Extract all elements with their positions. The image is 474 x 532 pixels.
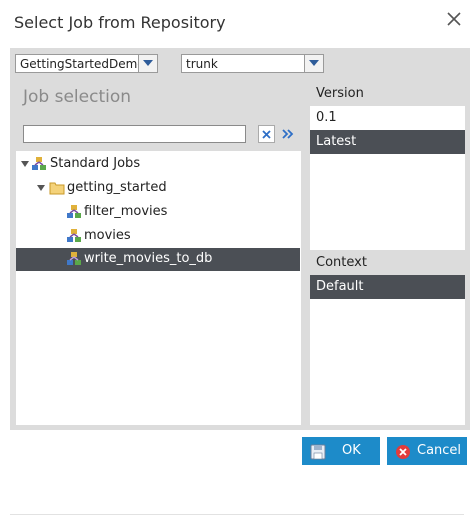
expand-triangle-icon[interactable] bbox=[37, 185, 45, 191]
close-icon[interactable] bbox=[444, 9, 464, 29]
version-header: Version bbox=[310, 82, 465, 106]
job-icon bbox=[66, 204, 82, 220]
dialog-title: Select Job from Repository bbox=[14, 13, 226, 32]
clear-x-icon[interactable] bbox=[258, 125, 275, 143]
select-job-dialog: Select Job from Repository GettingStarte… bbox=[0, 0, 474, 532]
tree-item-getting-started[interactable]: getting_started bbox=[16, 177, 301, 199]
branch-select-value: trunk bbox=[186, 57, 218, 71]
context-row[interactable]: Default bbox=[310, 275, 465, 299]
expand-triangle-icon[interactable] bbox=[21, 161, 29, 167]
tree-item-write-movies-to-db[interactable]: write_movies_to_db bbox=[16, 248, 300, 271]
folder-icon bbox=[49, 180, 65, 196]
tree-item-standard-jobs[interactable]: Standard Jobs bbox=[16, 153, 301, 175]
project-select-value: GettingStartedDemo bbox=[20, 57, 145, 71]
tree-item-label: write_movies_to_db bbox=[84, 251, 213, 266]
double-chevron-right-icon[interactable] bbox=[281, 125, 297, 143]
cancel-button-label: Cancel bbox=[417, 443, 462, 458]
job-icon bbox=[66, 228, 82, 244]
bottom-divider bbox=[10, 514, 464, 515]
chevron-down-icon[interactable] bbox=[138, 55, 157, 72]
chevron-down-icon[interactable] bbox=[304, 55, 323, 72]
job-icon bbox=[31, 156, 47, 172]
cancel-icon bbox=[395, 443, 411, 459]
job-tree: Standard Jobs getting_started filter_mov… bbox=[16, 151, 301, 425]
context-list-empty bbox=[310, 299, 465, 425]
job-search-input[interactable] bbox=[23, 125, 246, 143]
version-context-panel: Version 0.1 Latest Context Default bbox=[310, 82, 465, 425]
job-icon bbox=[66, 251, 82, 267]
job-selection-panel: Job selection Standard Jobs getting_star… bbox=[15, 82, 301, 425]
tree-item-label: getting_started bbox=[67, 180, 167, 195]
tree-item-label: filter_movies bbox=[84, 204, 168, 219]
tree-item-movies[interactable]: movies bbox=[16, 225, 301, 247]
save-icon bbox=[310, 443, 326, 460]
job-selection-heading: Job selection bbox=[23, 87, 132, 107]
tree-item-filter-movies[interactable]: filter_movies bbox=[16, 201, 301, 223]
tree-item-label: Standard Jobs bbox=[50, 156, 141, 171]
version-row[interactable]: 0.1 bbox=[310, 106, 465, 130]
cancel-button[interactable]: Cancel bbox=[387, 437, 467, 465]
ok-button[interactable]: OK bbox=[302, 437, 380, 465]
tree-item-label: movies bbox=[84, 228, 131, 243]
version-list-empty bbox=[310, 154, 465, 250]
project-select[interactable]: GettingStartedDemo bbox=[15, 54, 158, 73]
version-row[interactable]: Latest bbox=[310, 130, 465, 154]
context-header: Context bbox=[310, 251, 465, 275]
branch-select[interactable]: trunk bbox=[181, 54, 324, 73]
ok-button-label: OK bbox=[342, 443, 361, 458]
